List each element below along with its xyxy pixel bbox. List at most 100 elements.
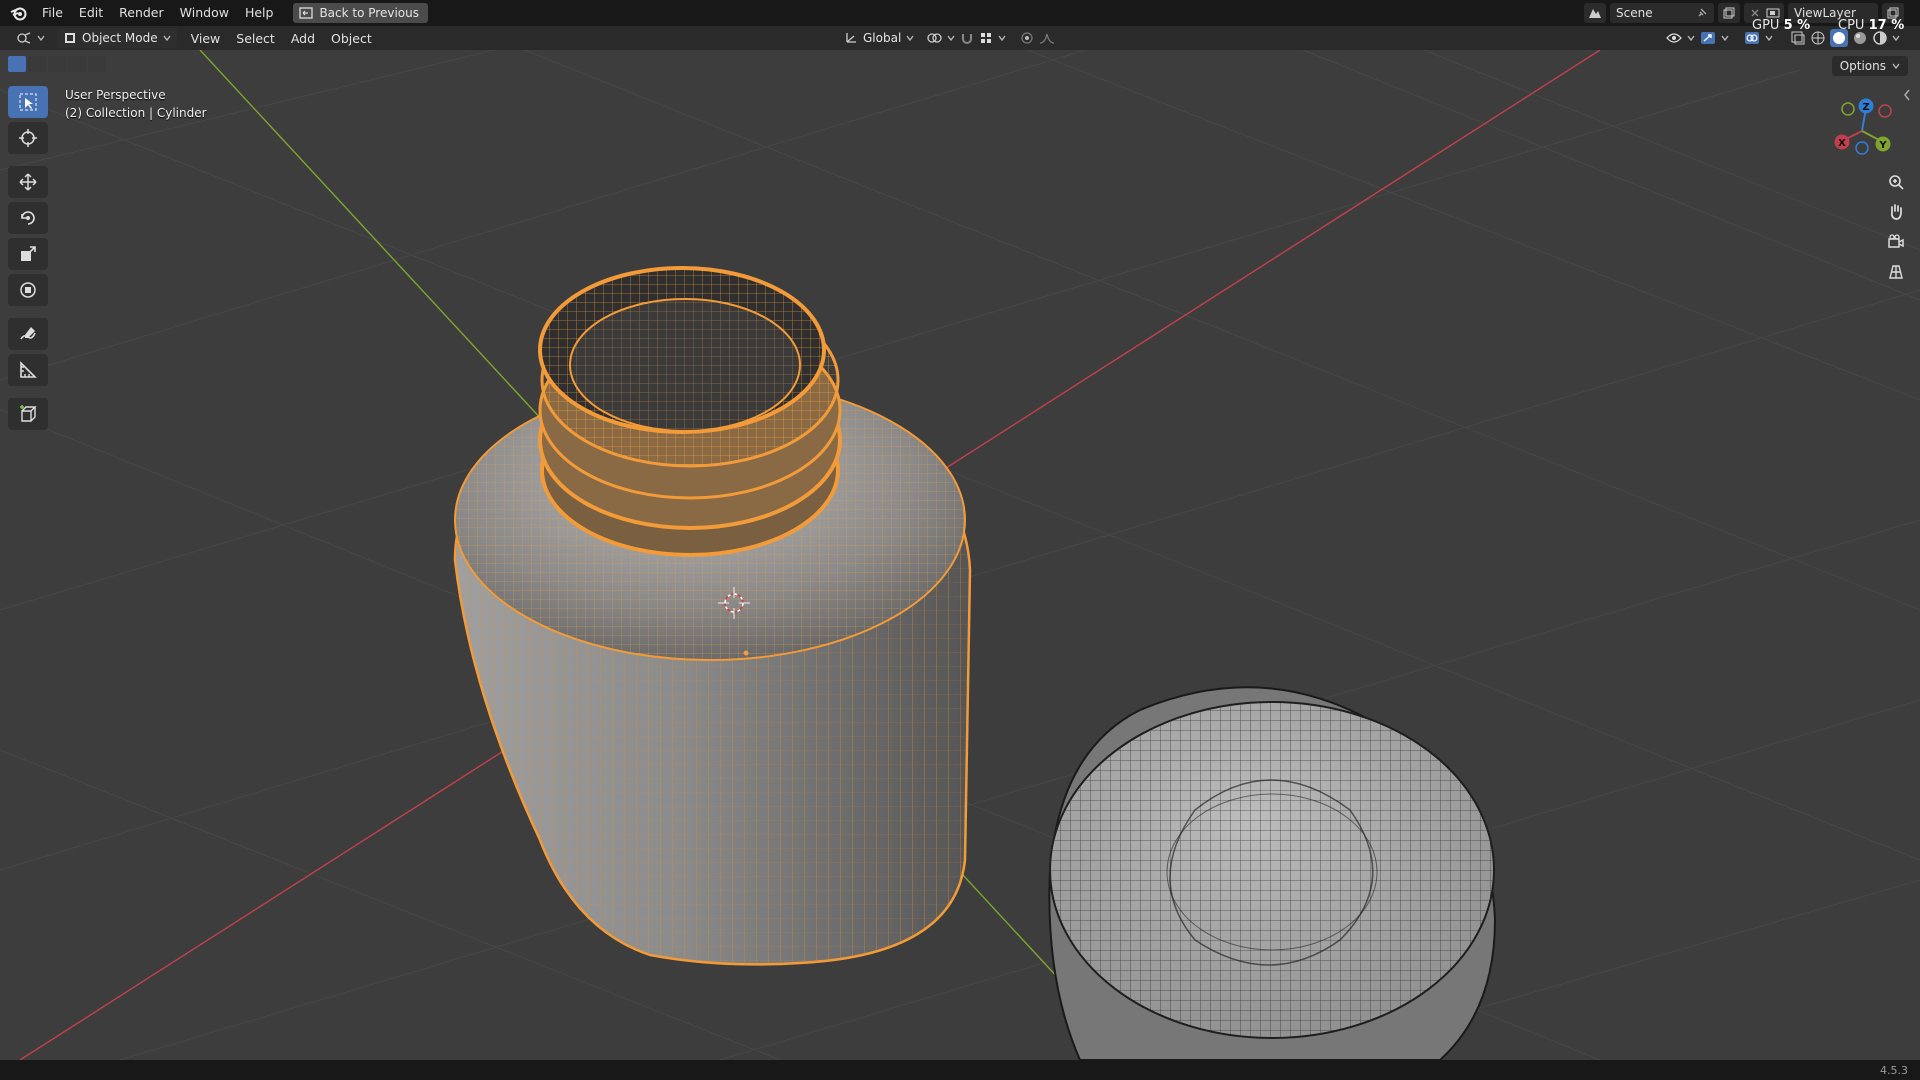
viewport-info-overlay: User Perspective (2) Collection | Cylind…: [65, 86, 207, 122]
cpu-usage-readout: CPU 17 %: [1838, 18, 1904, 33]
gpu-value: 5 %: [1783, 18, 1811, 33]
3d-cursor-tool-icon: [19, 129, 37, 147]
measure-tool[interactable]: [8, 354, 48, 386]
menu-help[interactable]: Help: [237, 0, 282, 26]
pan-view-button[interactable]: [1884, 200, 1908, 224]
menu-view[interactable]: View: [183, 31, 229, 46]
object-origin-dot: [743, 650, 749, 656]
proportional-editing-dropdown[interactable]: [1014, 28, 1061, 48]
annotate-tool[interactable]: [8, 318, 48, 350]
gizmo-neg-z-icon[interactable]: [1855, 141, 1869, 155]
move-tool[interactable]: [8, 166, 48, 198]
zoom-view-button[interactable]: [1884, 170, 1908, 194]
gizmo-z-label: Z: [1862, 102, 1869, 113]
scene-name: Scene: [1616, 6, 1653, 20]
select-new-icon[interactable]: [8, 56, 26, 72]
camera-icon: [1888, 234, 1904, 248]
chevron-down-icon: [163, 35, 171, 42]
falloff-icon: [1039, 33, 1055, 44]
sidebar-toggle-icon[interactable]: [1902, 88, 1912, 102]
options-dropdown[interactable]: Options: [1831, 56, 1908, 76]
wireframe-shading-icon[interactable]: [1810, 30, 1826, 46]
proportional-editing-icon: [1021, 32, 1033, 44]
back-to-previous-button[interactable]: Back to Previous: [293, 3, 428, 23]
rotate-tool[interactable]: [8, 202, 48, 234]
status-bar: 4.5.3: [0, 1060, 1920, 1080]
object-mode-dropdown[interactable]: Object Mode: [57, 28, 177, 48]
scene-selector-icon[interactable]: [1584, 3, 1606, 23]
new-scene-icon[interactable]: [1718, 3, 1740, 23]
chevron-down-icon[interactable]: [1892, 34, 1900, 42]
gizmo-neg-x-icon[interactable]: [1878, 104, 1892, 118]
menu-window[interactable]: Window: [172, 0, 237, 26]
chevron-down-icon: [1765, 35, 1773, 42]
select-extend-icon[interactable]: [28, 56, 46, 72]
chevron-down-icon: [37, 35, 45, 42]
transform-orientation-dropdown[interactable]: Global: [838, 28, 920, 48]
gizmo-x-label: X: [1838, 138, 1846, 149]
chevron-down-icon: [998, 35, 1006, 42]
back-screen-icon: [299, 7, 314, 19]
menu-edit[interactable]: Edit: [71, 0, 111, 26]
transform-tool[interactable]: [8, 274, 48, 306]
pin-icon[interactable]: [1696, 7, 1708, 19]
camera-view-button[interactable]: [1884, 230, 1908, 254]
collection-object-label: (2) Collection | Cylinder: [65, 106, 207, 120]
cpu-label: CPU: [1838, 18, 1865, 33]
selection-mode-buttons: [8, 56, 106, 72]
cursor-tool[interactable]: [8, 122, 48, 154]
cpu-value: 17 %: [1868, 18, 1905, 33]
back-to-previous-label: Back to Previous: [319, 6, 419, 20]
ruler-icon: [20, 361, 37, 378]
toggle-projection-button[interactable]: [1884, 260, 1908, 284]
tool-shelf: [8, 86, 48, 430]
viewport-header: Object Mode View Select Add Object Globa…: [0, 26, 1920, 50]
3d-viewport[interactable]: User Perspective (2) Collection | Cylind…: [0, 50, 1920, 1060]
move-arrows-icon: [19, 173, 37, 191]
add-cube-tool[interactable]: [8, 398, 48, 430]
perspective-label: User Perspective: [65, 88, 166, 102]
scale-tool[interactable]: [8, 238, 48, 270]
snap-dropdown[interactable]: [954, 28, 1012, 48]
bottle-cylinder-object[interactable]: [453, 266, 972, 966]
gpu-label: GPU: [1752, 18, 1780, 33]
gizmo-y-label: Y: [1878, 140, 1887, 151]
chevron-down-icon: [906, 35, 914, 42]
annotate-pencil-icon: [20, 327, 36, 340]
blender-logo-icon[interactable]: [4, 0, 34, 26]
grid-projection-icon: [1889, 265, 1903, 279]
editor-type-dropdown[interactable]: [10, 28, 51, 48]
bottle-cap-object[interactable]: [1048, 686, 1497, 1060]
snap-grid-icon: [981, 33, 991, 43]
select-intersect-icon[interactable]: [88, 56, 106, 72]
rotate-icon: [21, 211, 35, 225]
magnifier-plus-icon: [1889, 175, 1904, 190]
magnet-icon: [962, 34, 972, 44]
gizmo-neg-y-icon[interactable]: [1841, 102, 1855, 116]
scene-name-field[interactable]: Scene: [1610, 3, 1714, 23]
add-cube-icon: [20, 405, 37, 422]
transform-icon: [20, 282, 36, 298]
gizmo-arrow-icon: [1701, 32, 1715, 44]
hand-icon: [1890, 204, 1902, 220]
select-subtract-icon[interactable]: [48, 56, 66, 72]
menu-render[interactable]: Render: [111, 0, 172, 26]
gpu-usage-readout: GPU 5 %: [1752, 18, 1810, 33]
top-menu-bar: File Edit Render Window Help Back to Pre…: [0, 0, 1920, 26]
gizmo-toggle-dropdown[interactable]: [1694, 28, 1735, 48]
select-box-tool[interactable]: [8, 86, 48, 118]
select-invert-icon[interactable]: [68, 56, 86, 72]
eye-icon: [1666, 33, 1682, 43]
viewport-scene: [0, 50, 1920, 1060]
3d-viewport-icon: [17, 32, 31, 44]
menu-select[interactable]: Select: [228, 31, 283, 46]
menu-file[interactable]: File: [34, 0, 71, 26]
orientation-axes-icon: [846, 33, 856, 43]
navigation-gizmo[interactable]: Z X Y: [1822, 96, 1902, 166]
transform-orientation-label: Global: [863, 31, 902, 45]
object-mode-label: Object Mode: [82, 31, 158, 45]
menu-add[interactable]: Add: [283, 31, 323, 46]
select-cursor-icon: [19, 93, 37, 111]
chevron-down-icon: [1892, 63, 1900, 70]
menu-object[interactable]: Object: [323, 31, 380, 46]
